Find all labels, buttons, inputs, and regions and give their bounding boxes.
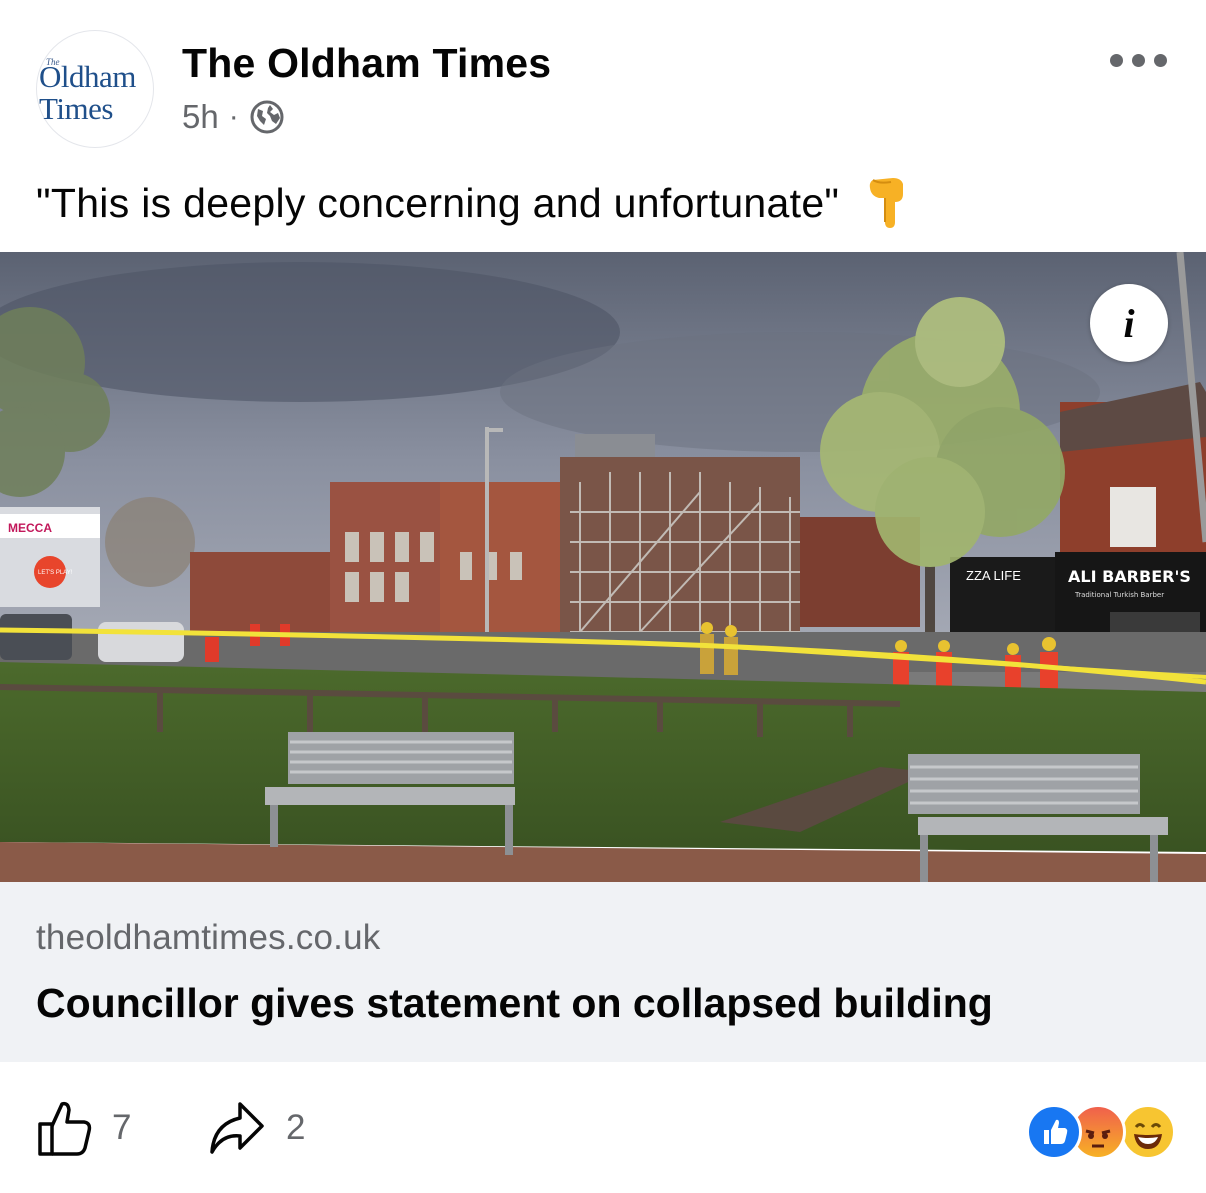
- sign-ali-barbers: ALI BARBER'S: [1068, 567, 1191, 586]
- haha-reaction-icon: [1120, 1104, 1176, 1160]
- more-dot: [1132, 53, 1145, 67]
- caption-text: "This is deeply concerning and unfortuna…: [36, 179, 840, 226]
- more-options-button[interactable]: [1110, 46, 1170, 74]
- like-reaction-icon: [1026, 1104, 1082, 1160]
- post-photo[interactable]: MECCA LET'S PLAY! ZZA LIFE ALI BARBER'S …: [0, 252, 1206, 882]
- like-count: 7: [112, 1108, 132, 1147]
- sign-lets-play: LET'S PLAY!: [38, 570, 73, 576]
- page-name[interactable]: The Oldham Times: [182, 40, 551, 87]
- sign-pizza-life: ZZA LIFE: [966, 568, 1021, 583]
- like-button[interactable]: 7: [36, 1098, 131, 1158]
- post-meta: 5h ·: [182, 98, 285, 136]
- share-arrow-icon: [210, 1102, 264, 1154]
- reactions-summary[interactable]: [1026, 1104, 1176, 1160]
- post-timestamp[interactable]: 5h: [182, 98, 219, 136]
- sign-mecca: MECCA: [8, 521, 52, 535]
- avatar-logo-oldham: Oldham: [39, 59, 136, 94]
- avatar-logo-times: Times: [39, 91, 113, 126]
- share-button[interactable]: 2: [208, 1098, 305, 1158]
- sign-barber-sub: Traditional Turkish Barber: [1074, 591, 1164, 599]
- info-icon: i: [1123, 300, 1135, 346]
- facebook-post: The Oldham Times The Oldham Times 5h · "…: [0, 0, 1206, 1193]
- pointing-down-emoji-icon: [870, 178, 904, 228]
- thumbs-up-icon: [38, 1101, 92, 1156]
- page-avatar[interactable]: The Oldham Times: [36, 30, 154, 148]
- globe-icon[interactable]: [249, 99, 285, 135]
- info-button[interactable]: i: [1090, 284, 1168, 362]
- more-dot: [1110, 53, 1123, 67]
- link-title: Councillor gives statement on collapsed …: [36, 980, 993, 1026]
- link-domain: theoldhamtimes.co.uk: [36, 918, 381, 957]
- street-scene-image: MECCA LET'S PLAY! ZZA LIFE ALI BARBER'S …: [0, 252, 1206, 882]
- meta-separator: ·: [228, 100, 239, 133]
- link-preview[interactable]: theoldhamtimes.co.uk Councillor gives st…: [0, 882, 1206, 1062]
- post-caption: "This is deeply concerning and unfortuna…: [36, 176, 907, 230]
- share-count: 2: [286, 1108, 306, 1147]
- more-dot: [1154, 53, 1167, 67]
